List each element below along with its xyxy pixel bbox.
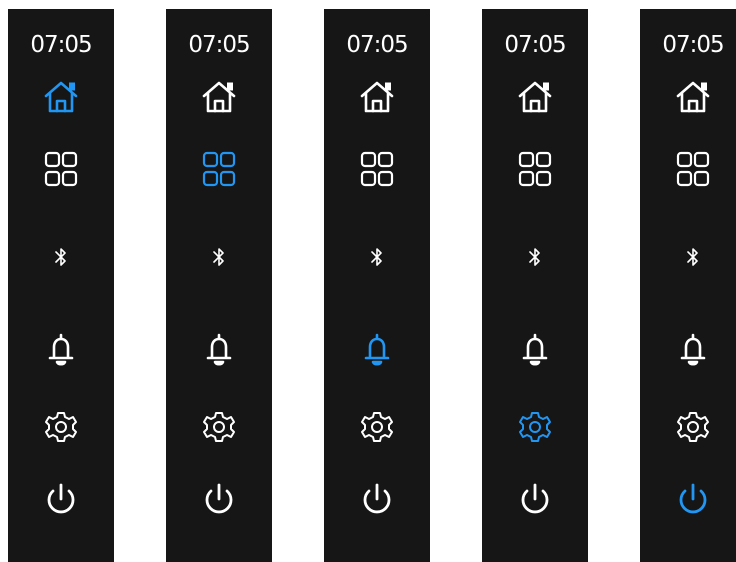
power-icon[interactable] <box>202 482 236 520</box>
bluetooth-icon[interactable] <box>369 245 385 269</box>
bluetooth-icon[interactable] <box>211 245 227 269</box>
home-icon[interactable] <box>518 80 552 114</box>
bell-icon[interactable] <box>520 332 550 368</box>
clock-time: 07:05 <box>188 32 250 58</box>
nav-rail: 07:05 <box>324 9 430 562</box>
apps-icon[interactable] <box>360 151 394 187</box>
gear-icon[interactable] <box>44 410 78 444</box>
apps-icon[interactable] <box>44 151 78 187</box>
home-icon[interactable] <box>676 80 710 114</box>
bell-icon[interactable] <box>678 332 708 368</box>
bluetooth-icon[interactable] <box>527 245 543 269</box>
nav-rail: 07:05 <box>482 9 588 562</box>
home-icon[interactable] <box>44 80 78 114</box>
home-icon[interactable] <box>202 80 236 114</box>
bluetooth-icon[interactable] <box>53 245 69 269</box>
gear-icon[interactable] <box>518 410 552 444</box>
home-icon[interactable] <box>360 80 394 114</box>
clock-time: 07:05 <box>662 32 724 58</box>
bell-icon[interactable] <box>204 332 234 368</box>
power-icon[interactable] <box>676 482 710 520</box>
power-icon[interactable] <box>360 482 394 520</box>
bell-icon[interactable] <box>362 332 392 368</box>
bluetooth-icon[interactable] <box>685 245 701 269</box>
apps-icon[interactable] <box>202 151 236 187</box>
power-icon[interactable] <box>44 482 78 520</box>
gear-icon[interactable] <box>202 410 236 444</box>
clock-time: 07:05 <box>346 32 408 58</box>
apps-icon[interactable] <box>676 151 710 187</box>
nav-rail: 07:05 <box>640 9 736 562</box>
power-icon[interactable] <box>518 482 552 520</box>
gear-icon[interactable] <box>676 410 710 444</box>
clock-time: 07:05 <box>504 32 566 58</box>
nav-rail: 07:05 <box>166 9 272 562</box>
gear-icon[interactable] <box>360 410 394 444</box>
clock-time: 07:05 <box>30 32 92 58</box>
apps-icon[interactable] <box>518 151 552 187</box>
bell-icon[interactable] <box>46 332 76 368</box>
nav-rail: 07:05 <box>8 9 114 562</box>
